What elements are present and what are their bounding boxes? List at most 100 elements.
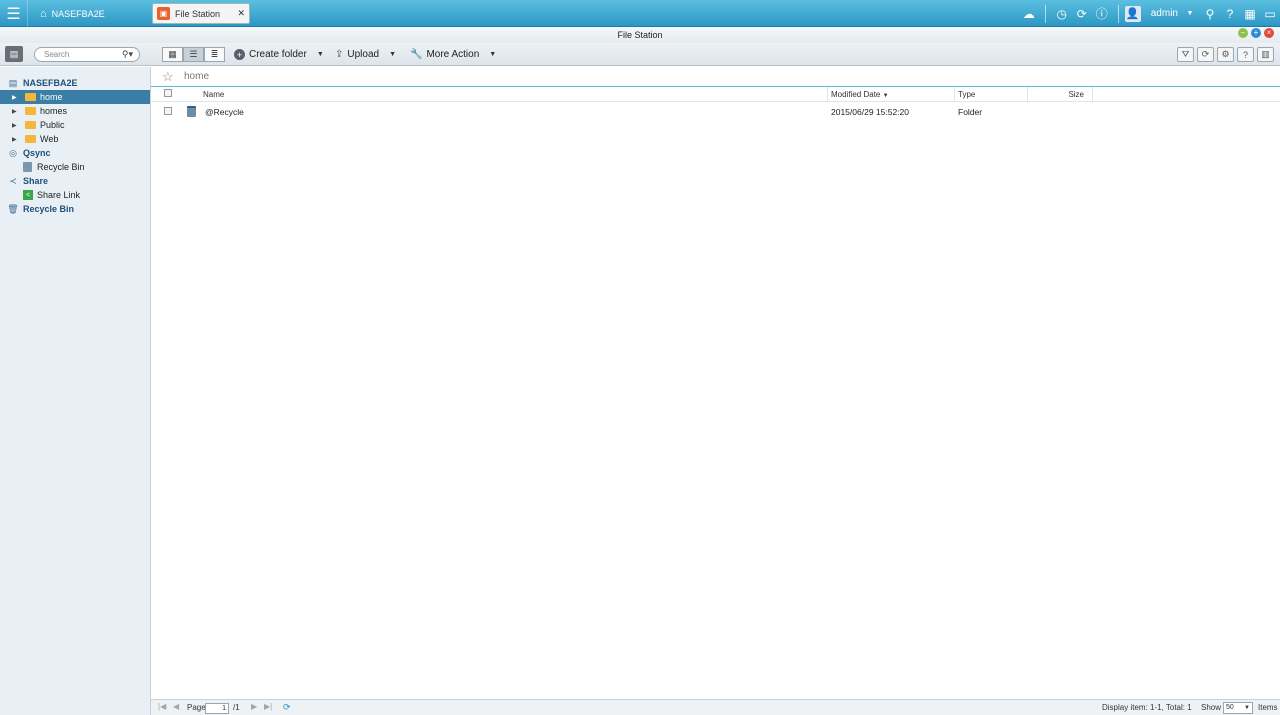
folder-icon	[25, 121, 36, 129]
page-total: /1	[233, 703, 240, 712]
sort-desc-icon: ▼	[882, 93, 889, 99]
username[interactable]: admin	[1151, 8, 1178, 19]
upload-button[interactable]: ⇪ Upload ▼	[335, 47, 396, 62]
chevron-down-icon[interactable]: ▼	[1180, 4, 1200, 24]
search-icon[interactable]: ⚲	[1200, 4, 1220, 24]
current-path[interactable]: home	[184, 71, 209, 82]
taskbar: ☰ ⌂ NASEFBA2E ▣ File Station ✕ ☁ ◷ ⟳ ⓘ 👤…	[0, 0, 1280, 27]
help-button[interactable]: ?	[1237, 47, 1254, 62]
column-header-type[interactable]: Type	[955, 87, 1028, 102]
star-icon[interactable]: ☆	[162, 69, 174, 85]
window-controls: – + ×	[1238, 28, 1274, 38]
tree-node-recycle-bin[interactable]: 🗑 Recycle Bin	[7, 202, 158, 216]
items-per-page-select[interactable]: 50 ▼	[1223, 702, 1253, 714]
panel-icon: ▥	[1261, 49, 1270, 59]
file-grid-header: Name Modified Date ▼ Type Size	[151, 87, 1280, 102]
tree-item-label: Recycle Bin	[37, 162, 85, 172]
more-action-label: More Action	[426, 49, 480, 60]
file-type: Folder	[958, 107, 983, 117]
list-icon: ☰	[189, 49, 198, 59]
expand-arrow-icon[interactable]: ▶	[12, 122, 20, 129]
file-station-icon: ▣	[157, 7, 170, 20]
window-title: File Station	[617, 30, 663, 40]
info-icon[interactable]: ⓘ	[1092, 4, 1112, 24]
tree-item-label: Web	[40, 134, 59, 144]
refresh-button[interactable]: ⟳	[1197, 47, 1214, 62]
separator	[1117, 4, 1119, 23]
recycle-folder-icon	[187, 106, 196, 117]
settings-button[interactable]: ⚙	[1217, 47, 1234, 62]
close-window-icon[interactable]: ×	[1264, 28, 1274, 38]
next-page-icon[interactable]: ▶	[251, 702, 257, 711]
last-page-icon[interactable]: ▶|	[264, 702, 272, 711]
expand-arrow-icon[interactable]: ▶	[12, 136, 20, 143]
prev-page-icon[interactable]: ◀	[173, 702, 179, 711]
nas-icon: ▤	[8, 77, 18, 88]
tree-item-public[interactable]: ▶ Public	[0, 118, 150, 132]
first-page-icon[interactable]: |◀	[158, 702, 166, 711]
grid-icon: ▦	[168, 49, 177, 59]
tree-item-share-link[interactable]: < Share Link	[0, 188, 150, 202]
info-panel-button[interactable]: ▥	[1257, 47, 1274, 62]
column-header-name[interactable]: Name	[200, 87, 828, 102]
list-view-button[interactable]: ☰	[183, 47, 204, 62]
tree-item-homes[interactable]: ▶ homes	[0, 104, 150, 118]
path-bar: ☆ home	[151, 67, 1280, 87]
tree-item-qsync-recycle-bin[interactable]: Recycle Bin	[0, 160, 150, 174]
file-station-tab[interactable]: ▣ File Station ✕	[152, 3, 250, 24]
tree-node-qsync[interactable]: ◎ Qsync	[8, 146, 158, 160]
toolbar: ▤ Search ⚲▾ ▦ ☰ ≣ + Create folder ▼ ⇪ Up…	[0, 43, 1280, 66]
more-action-button[interactable]: 🔧 More Action ▼	[410, 47, 496, 62]
expand-arrow-icon[interactable]: ▶	[12, 94, 20, 101]
tree-item-label: home	[40, 92, 63, 102]
select-all-checkbox[interactable]	[161, 87, 185, 102]
separator	[1044, 4, 1046, 23]
caret-down-icon[interactable]: ▼	[489, 51, 496, 58]
gear-icon: ⚙	[1221, 49, 1230, 59]
wrench-icon: 🔧	[410, 49, 423, 60]
caret-down-icon[interactable]: ▼	[389, 51, 396, 58]
user-avatar-icon[interactable]: 👤	[1124, 5, 1141, 22]
home-label: NASEFBA2E	[51, 8, 105, 19]
home-icon: ⌂	[40, 7, 47, 20]
toggle-tree-button[interactable]: ▤	[5, 46, 23, 62]
main-menu-button[interactable]: ☰	[0, 0, 28, 27]
column-header-size[interactable]: Size	[1028, 87, 1093, 102]
sync-icon[interactable]: ⟳	[1072, 4, 1092, 24]
grid-apps-icon[interactable]: ▦	[1240, 4, 1260, 24]
monitor-icon[interactable]: ▭	[1260, 4, 1280, 24]
tree-item-home[interactable]: ▶ home	[0, 90, 150, 104]
caret-down-icon[interactable]: ▼	[317, 51, 324, 58]
detail-view-button[interactable]: ≣	[204, 47, 225, 62]
close-tab-icon[interactable]: ✕	[237, 8, 245, 19]
create-folder-button[interactable]: + Create folder ▼	[234, 47, 324, 62]
tree-node-share[interactable]: ≺ Share	[8, 174, 158, 188]
table-row[interactable]: @Recycle 2015/06/29 15:52:20 Folder	[151, 104, 1280, 120]
cloud-icon[interactable]: ☁	[1019, 4, 1039, 24]
view-mode-group: ▦ ☰ ≣	[162, 47, 225, 62]
filter-icon: ⛛	[1181, 49, 1190, 59]
file-name[interactable]: @Recycle	[205, 104, 244, 120]
maximize-icon[interactable]: +	[1251, 28, 1261, 38]
qsync-icon: ◎	[9, 147, 17, 158]
taskbar-right: ☁ ◷ ⟳ ⓘ 👤 admin ▼ ⚲ ? ▦ ▭	[1019, 0, 1280, 27]
show-label: Show	[1201, 703, 1222, 712]
help-icon[interactable]: ?	[1220, 4, 1240, 24]
tree-item-label: homes	[40, 106, 68, 116]
tree-item-web[interactable]: ▶ Web	[0, 132, 150, 146]
tree-root-nas[interactable]: ▤ NASEFBA2E	[8, 76, 158, 90]
row-checkbox[interactable]	[164, 104, 172, 120]
upload-icon: ⇪	[335, 49, 344, 60]
column-header-modified[interactable]: Modified Date ▼	[828, 87, 955, 102]
expand-arrow-icon[interactable]: ▶	[12, 108, 20, 115]
search-input[interactable]: Search ⚲▾	[34, 47, 140, 62]
recycle-bin-icon	[23, 162, 32, 172]
search-icon[interactable]: ⚲▾	[122, 48, 133, 61]
filter-button[interactable]: ⛛	[1177, 47, 1194, 62]
refresh-icon[interactable]: ⟳	[283, 702, 291, 713]
home-tab[interactable]: ⌂ NASEFBA2E	[32, 3, 142, 24]
minimize-icon[interactable]: –	[1238, 28, 1248, 38]
thumbnail-view-button[interactable]: ▦	[162, 47, 183, 62]
background-task-icon[interactable]: ◷	[1052, 4, 1072, 24]
page-input[interactable]: 1	[205, 703, 229, 714]
